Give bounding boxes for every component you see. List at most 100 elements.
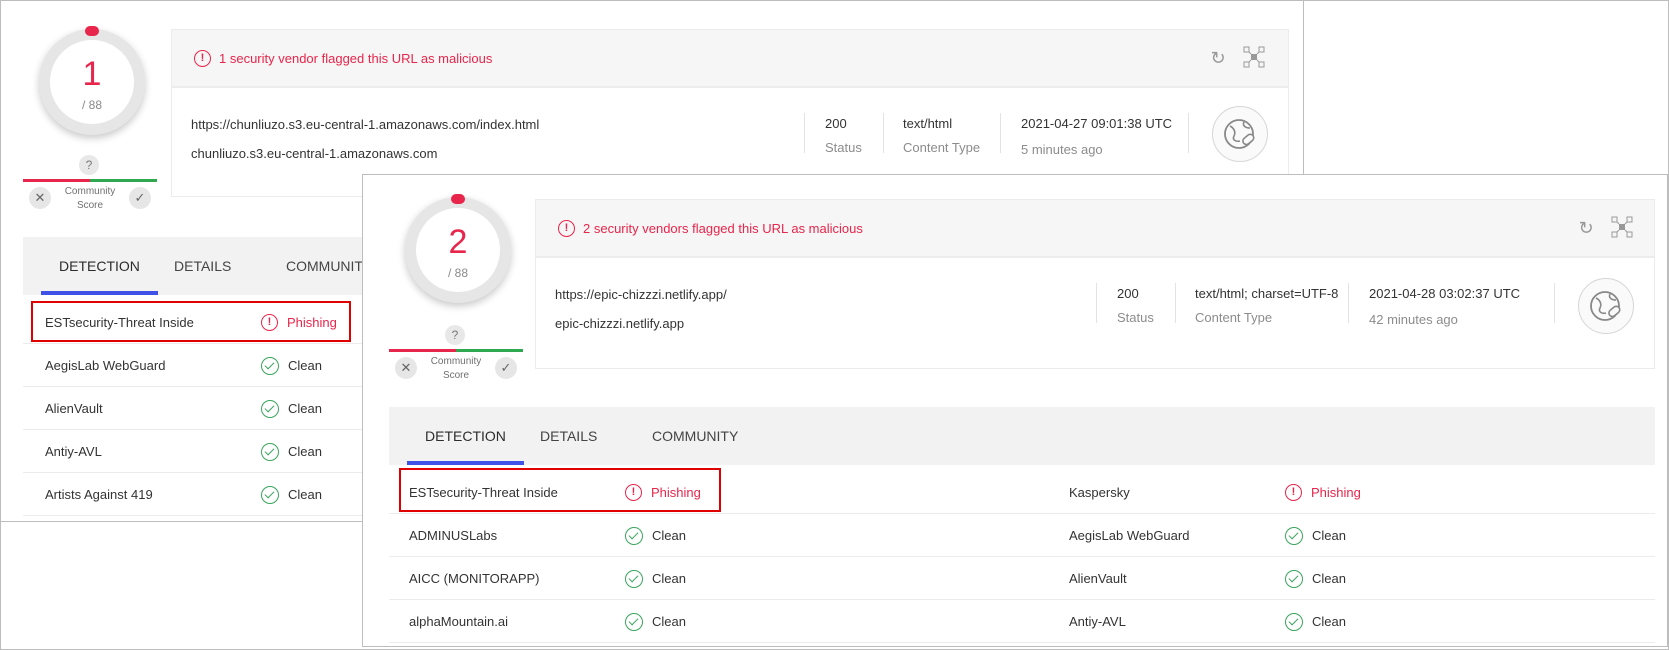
status-code: 200 <box>825 116 847 131</box>
host-link[interactable]: chunliuzo.s3.eu-central-1.amazonaws.com <box>191 146 437 161</box>
detection-result: Clean <box>261 473 322 516</box>
result-label: Clean <box>1312 571 1346 586</box>
vote-harmless-button[interactable]: ✓ <box>495 357 517 379</box>
check-circle-icon <box>1285 526 1303 545</box>
result-label: Clean <box>652 614 686 629</box>
vendor-name: Antiy-AVL <box>1069 614 1126 629</box>
check-circle-icon <box>625 612 643 631</box>
warning-icon: ! <box>194 50 211 67</box>
check-circle-icon <box>261 485 279 504</box>
content-type-label: Content Type <box>1195 310 1273 325</box>
content-type: text/html <box>903 116 953 131</box>
analysis-date: 2021-04-27 09:01:38 UTC <box>1021 116 1173 131</box>
detection-count: 1 <box>82 55 102 93</box>
vendor-name: ESTsecurity-Threat Inside <box>409 485 558 500</box>
detection-result: ! Phishing <box>625 471 701 514</box>
divider <box>1188 113 1189 153</box>
table-row: ESTsecurity-Threat Inside ! Phishing Kas… <box>389 471 1655 514</box>
divider <box>1554 283 1555 323</box>
alert-text: 1 security vendor flagged this URL as ma… <box>219 51 493 66</box>
check-circle-icon <box>625 569 643 588</box>
detection-result: Clean <box>261 430 322 473</box>
check-circle-icon <box>261 442 279 461</box>
tab-community[interactable]: COMMUNITY <box>652 407 738 465</box>
url-link[interactable]: https://epic-chizzzi.netlify.app/ <box>555 287 727 302</box>
content-type: text/html; charset=UTF-8 <box>1195 286 1339 301</box>
graph-icon[interactable] <box>1242 46 1266 70</box>
divider <box>883 113 884 153</box>
tab-details[interactable]: DETAILS <box>174 237 231 295</box>
detection-total: / 88 <box>447 266 468 280</box>
report-panel-epic-chizzzi: 2 / 88 ? ✕ Community Score ✓ ! 2 securit… <box>362 174 1668 647</box>
result-label: Clean <box>288 444 322 459</box>
vendor-name: Kaspersky <box>1069 485 1130 500</box>
warning-icon: ! <box>261 314 278 331</box>
refresh-icon[interactable]: ↻ <box>1206 46 1230 70</box>
vote-malicious-button[interactable]: ✕ <box>29 187 51 209</box>
result-label: Clean <box>652 528 686 543</box>
check-circle-icon <box>261 399 279 418</box>
tab-community[interactable]: COMMUNITY <box>286 237 372 295</box>
refresh-icon[interactable]: ↻ <box>1574 216 1598 240</box>
url-info-card: https://epic-chizzzi.netlify.app/ epic-c… <box>535 257 1655 369</box>
detection-score-gauge: 2 / 88 <box>405 194 511 303</box>
vote-malicious-button[interactable]: ✕ <box>395 357 417 379</box>
result-label: Clean <box>288 401 322 416</box>
detection-result: Clean <box>1285 600 1346 643</box>
detection-result: Clean <box>1285 557 1346 600</box>
table-row: ADMINUSLabs Clean AegisLab WebGuard Clea… <box>389 514 1655 557</box>
vendor-name: AlienVault <box>45 401 103 416</box>
vendor-name: ESTsecurity-Threat Inside <box>45 315 194 330</box>
detection-result: Clean <box>261 344 322 387</box>
warning-icon: ! <box>1285 484 1302 501</box>
vendor-name: alphaMountain.ai <box>409 614 509 629</box>
result-label: Phishing <box>287 315 337 330</box>
community-score: ? ✕ Community Score ✓ <box>389 325 523 391</box>
malicious-alert: ! 2 security vendors flagged this URL as… <box>558 220 863 237</box>
table-row: AICC (MONITORAPP) Clean AlienVault Clean <box>389 557 1655 600</box>
vendor-name: Artists Against 419 <box>45 487 153 502</box>
alert-header: ! 2 security vendors flagged this URL as… <box>535 199 1655 257</box>
url-link[interactable]: https://chunliuzo.s3.eu-central-1.amazon… <box>191 117 539 132</box>
result-label: Clean <box>288 487 322 502</box>
result-label: Clean <box>652 571 686 586</box>
detection-total: / 88 <box>81 98 102 112</box>
tab-details[interactable]: DETAILS <box>540 407 597 465</box>
warning-icon: ! <box>625 484 642 501</box>
table-row: alphaMountain.ai Clean Antiy-AVL Clean <box>389 600 1655 643</box>
result-label: Clean <box>1312 528 1346 543</box>
detection-result: ! Phishing <box>261 301 337 344</box>
community-score-bar <box>23 179 157 182</box>
detection-result: Clean <box>625 600 686 643</box>
tab-detection[interactable]: DETECTION <box>407 407 524 465</box>
warning-icon: ! <box>558 220 575 237</box>
status-label: Status <box>825 140 862 155</box>
community-score-label: Community Score <box>64 186 116 211</box>
result-label: Clean <box>288 358 322 373</box>
help-icon[interactable]: ? <box>445 325 465 345</box>
detection-score-gauge: 1 / 88 <box>39 26 145 135</box>
status-label: Status <box>1117 310 1154 325</box>
host-link[interactable]: epic-chizzzi.netlify.app <box>555 316 684 331</box>
community-score-label: Community Score <box>430 356 482 381</box>
analysis-date: 2021-04-28 03:02:37 UTC <box>1369 286 1521 301</box>
detection-result: Clean <box>261 387 322 430</box>
check-circle-icon <box>1285 612 1303 631</box>
vendor-name: AlienVault <box>1069 571 1127 586</box>
vendor-name: Antiy-AVL <box>45 444 102 459</box>
malicious-alert: ! 1 security vendor flagged this URL as … <box>194 50 492 67</box>
detection-result: Clean <box>1285 514 1346 557</box>
content-type-label: Content Type <box>903 140 981 155</box>
vote-harmless-button[interactable]: ✓ <box>129 187 151 209</box>
detection-result: Clean <box>625 514 686 557</box>
community-score-bar <box>389 349 523 352</box>
analysis-age: 5 minutes ago <box>1021 142 1103 157</box>
tab-detection[interactable]: DETECTION <box>41 237 158 295</box>
help-icon[interactable]: ? <box>79 155 99 175</box>
result-label: Phishing <box>651 485 701 500</box>
graph-icon[interactable] <box>1610 216 1634 240</box>
alert-header: ! 1 security vendor flagged this URL as … <box>171 29 1289 87</box>
divider <box>804 113 805 153</box>
check-circle-icon <box>1285 569 1303 588</box>
vendor-name: AICC (MONITORAPP) <box>409 571 540 586</box>
